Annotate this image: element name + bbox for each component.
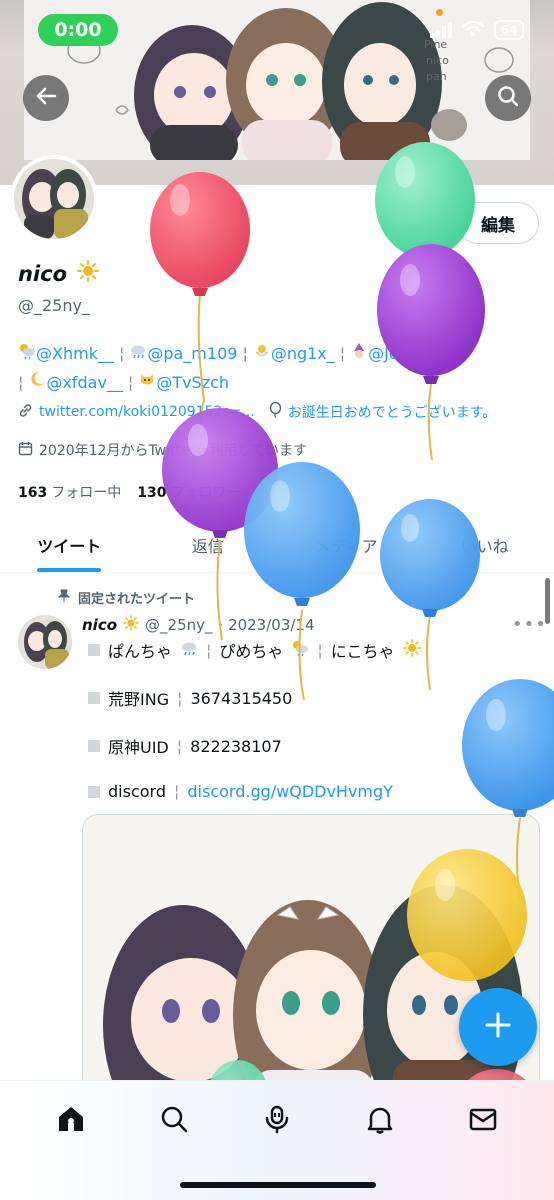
following-stat[interactable]: 163 フォロー中 [18,482,121,502]
bell-icon [365,1104,395,1138]
profile-bio: @Xhmk__ ¦ @pa_m109 ¦ @ng1x_ ¦ @Jona_1226 ¦ @xfd… [18,340,548,397]
status-time: 0:00 [38,14,118,46]
tab-media[interactable]: メディア [277,518,416,572]
crescent-moon-emoji-icon [28,369,46,397]
bio-mention-3[interactable]: @ng1x_ [271,344,335,363]
rain-cloud-emoji-icon [180,639,198,661]
nav-search[interactable] [154,1101,194,1141]
more-options-icon[interactable]: ••• [512,614,547,635]
discord-link[interactable]: discord.gg/wQDDvHvmgY [187,782,393,801]
bio-row-2: ¦ @xfdav__ ¦ @TvSzch [18,369,548,398]
hatching-chick-emoji-icon [253,341,271,369]
nav-home[interactable] [51,1101,91,1141]
privacy-indicator-dot [436,9,443,16]
nav-notifications[interactable] [360,1101,400,1141]
sun-emoji-icon [123,615,140,635]
cat-face-emoji-icon [138,369,156,397]
bio-mention-1[interactable]: @Xhmk__ [36,344,114,363]
tab-likes[interactable]: いいね [416,518,554,572]
mail-icon [468,1104,498,1138]
plus-icon [484,1011,512,1043]
display-name-text: nico [18,261,68,286]
home-indicator-bar [180,1182,376,1188]
rain-cloud-emoji-icon [129,341,147,369]
profile-avatar[interactable] [10,155,98,243]
profile-meta-row: twitter.com/koki01209152s=... お誕生日おめでとうご… [18,401,497,422]
tab-replies[interactable]: 返信 [139,518,278,572]
spaces-microphone-icon [262,1104,292,1138]
sun-emoji-icon [402,639,421,661]
wifi-icon [461,20,485,40]
profile-link[interactable]: twitter.com/koki01209152s=... [39,404,255,420]
tweet-date: · 2023/03/14 [218,616,315,634]
tweet-author-name[interactable]: nico [82,616,117,634]
display-name: nico [18,260,100,287]
tweet-line-1: ぱんちゃ ¦ ぴめちゃ ¦ にこちゃ [88,638,421,662]
bio-mention-5[interactable]: @xfdav__ [46,373,123,392]
sun-emoji-icon [77,260,100,287]
tweet-line-3: 原神UID ¦ 822238107 [88,734,282,758]
link-icon [18,403,33,422]
back-button[interactable] [23,75,69,121]
balloon-icon [269,401,282,422]
tweet-author-handle: @_25ny_ [145,616,213,634]
profile-handle: @_25ny_ [18,296,90,315]
follow-stats: 163 フォロー中 130 フォロワー [18,482,240,502]
sun-behind-rain-cloud-emoji-icon [291,639,309,661]
edit-profile-button[interactable]: 編集 [457,202,539,244]
svg-text:nico: nico [426,54,449,67]
tweet-line-4: discord ¦ discord.gg/wQDDvHvmgY [88,782,393,801]
tweet-header: nico @_25ny_ · 2023/03/14 [82,615,315,635]
search-icon [497,85,519,111]
blue-balloon-middle [244,462,360,701]
bio-mention-6[interactable]: @TvSzch [156,373,229,392]
bio-row-1: @Xhmk__ ¦ @pa_m109 ¦ @ng1x_ ¦ @Jona_1226 [18,340,548,369]
search-button[interactable] [485,75,531,121]
joined-date: 2020年12月からTwitterを利用しています [39,443,307,459]
battery-indicator: 64 [494,20,524,40]
tweet-media-image[interactable] [82,814,540,1104]
profile-tabs: ツイート 返信 メディア いいね [0,518,554,573]
bio-mention-4[interactable]: @Jona_1226 [368,344,467,363]
nav-messages[interactable] [463,1101,503,1141]
followers-stat[interactable]: 130 フォロワー [137,482,240,502]
mage-emoji-icon [350,341,368,369]
cellular-signal-icon [430,22,452,38]
svg-text:pan: pan [426,70,447,83]
joined-row: 2020年12月からTwitterを利用しています [18,440,307,460]
red-balloon [150,172,250,441]
pin-icon [57,589,71,607]
search-icon [159,1104,189,1138]
sun-behind-rain-cloud-emoji-icon [18,341,36,369]
home-icon [56,1104,86,1138]
tab-tweets[interactable]: ツイート [0,518,139,572]
birthday-text[interactable]: お誕生日おめでとうございます。 [288,402,497,422]
nav-spaces[interactable] [257,1101,297,1141]
compose-tweet-button[interactable] [459,988,537,1066]
status-icons: 64 [430,20,524,40]
calendar-icon [18,441,33,460]
scrollbar-thumb[interactable] [545,578,550,624]
tweet-line-2: 荒野ING ¦ 3674315450 [88,686,292,710]
bio-mention-2[interactable]: @pa_m109 [147,344,237,363]
pinned-label: 固定されたツイート [57,588,195,607]
back-arrow-icon [35,85,57,111]
tweet-avatar[interactable] [18,615,72,669]
